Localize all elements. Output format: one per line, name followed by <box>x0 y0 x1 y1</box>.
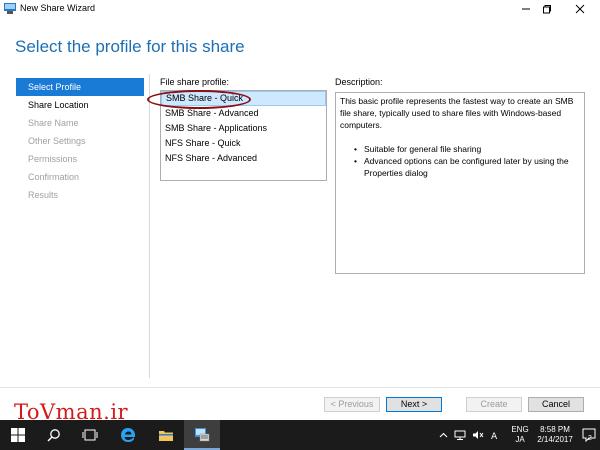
next-button[interactable]: Next > <box>386 397 442 412</box>
language-bottom: JA <box>515 435 525 444</box>
task-view-icon <box>82 429 98 441</box>
nav-item-permissions: Permissions <box>28 154 78 164</box>
profile-list-label: File share profile: <box>160 77 230 87</box>
language-indicator[interactable]: ENG JA <box>509 420 531 450</box>
system-tray: A <box>432 420 508 450</box>
taskbar-server-manager[interactable] <box>184 420 220 450</box>
wizard-window: New Share Wizard Select the profile for … <box>0 0 600 424</box>
wizard-nav: Select Profile Share Location Share Name… <box>16 78 144 204</box>
profile-item-nfs-advanced[interactable]: NFS Share - Advanced <box>161 151 326 166</box>
profile-item-smb-applications[interactable]: SMB Share - Applications <box>161 121 326 136</box>
taskbar: A ENG JA 8:58 PM 2/14/2017 2 <box>0 420 600 450</box>
taskbar-file-explorer[interactable] <box>148 420 184 450</box>
clock-time: 8:58 PM <box>540 425 570 434</box>
title-bar[interactable]: New Share Wizard <box>0 0 600 18</box>
nav-item-results: Results <box>28 190 59 200</box>
clock-date: 2/14/2017 <box>537 435 573 444</box>
create-button[interactable]: Create <box>466 397 522 412</box>
previous-button[interactable]: < Previous <box>324 397 380 412</box>
profile-item-nfs-quick[interactable]: NFS Share - Quick <box>161 136 326 151</box>
nav-item-select-profile[interactable]: Select Profile <box>16 78 144 96</box>
minimize-icon <box>522 8 530 10</box>
notification-center-button[interactable]: 2 <box>580 420 598 450</box>
folder-icon <box>159 431 173 441</box>
nav-item-share-name: Share Name <box>28 118 79 128</box>
description-bullet: Advanced options can be configured later… <box>354 155 580 179</box>
nav-divider <box>149 74 150 378</box>
wizard-app-icon <box>4 3 16 14</box>
description-label: Description: <box>335 77 383 87</box>
description-bullets: Suitable for general file sharing Advanc… <box>340 143 580 179</box>
restore-icon <box>543 5 551 14</box>
window-title: New Share Wizard <box>20 3 96 13</box>
description-box: This basic profile represents the fastes… <box>335 92 585 274</box>
windows-logo-icon <box>11 428 25 442</box>
close-button[interactable] <box>566 0 594 18</box>
taskbar-edge[interactable] <box>110 420 146 450</box>
profile-item-smb-quick[interactable]: SMB Share - Quick <box>161 91 326 106</box>
close-icon <box>575 4 585 14</box>
volume-icon[interactable] <box>472 430 484 440</box>
profile-item-smb-advanced[interactable]: SMB Share - Advanced <box>161 106 326 121</box>
language-top: ENG <box>511 425 529 434</box>
page-title: Select the profile for this share <box>15 37 245 56</box>
svg-text:A: A <box>491 432 498 440</box>
network-icon[interactable] <box>454 430 466 440</box>
description-text: This basic profile represents the fastes… <box>340 96 574 130</box>
footer-divider <box>0 387 600 388</box>
nav-item-confirmation: Confirmation <box>28 172 80 182</box>
cancel-button[interactable]: Cancel <box>528 397 584 412</box>
profile-list[interactable]: SMB Share - Quick SMB Share - Advanced S… <box>160 90 327 181</box>
server-manager-icon <box>195 428 210 442</box>
input-method-icon[interactable]: A <box>490 430 502 440</box>
search-icon <box>47 429 60 442</box>
notification-count: 2 <box>588 435 592 442</box>
chevron-up-icon[interactable] <box>439 431 448 440</box>
nav-item-other-settings: Other Settings <box>28 136 86 146</box>
nav-item-share-location[interactable]: Share Location <box>16 96 144 114</box>
start-button[interactable] <box>0 420 36 450</box>
clock[interactable]: 8:58 PM 2/14/2017 <box>531 420 579 450</box>
search-button[interactable] <box>36 420 72 450</box>
task-view-button[interactable] <box>72 420 108 450</box>
description-bullet: Suitable for general file sharing <box>354 143 580 155</box>
restore-button[interactable] <box>533 0 561 18</box>
edge-browser-icon <box>121 428 135 442</box>
